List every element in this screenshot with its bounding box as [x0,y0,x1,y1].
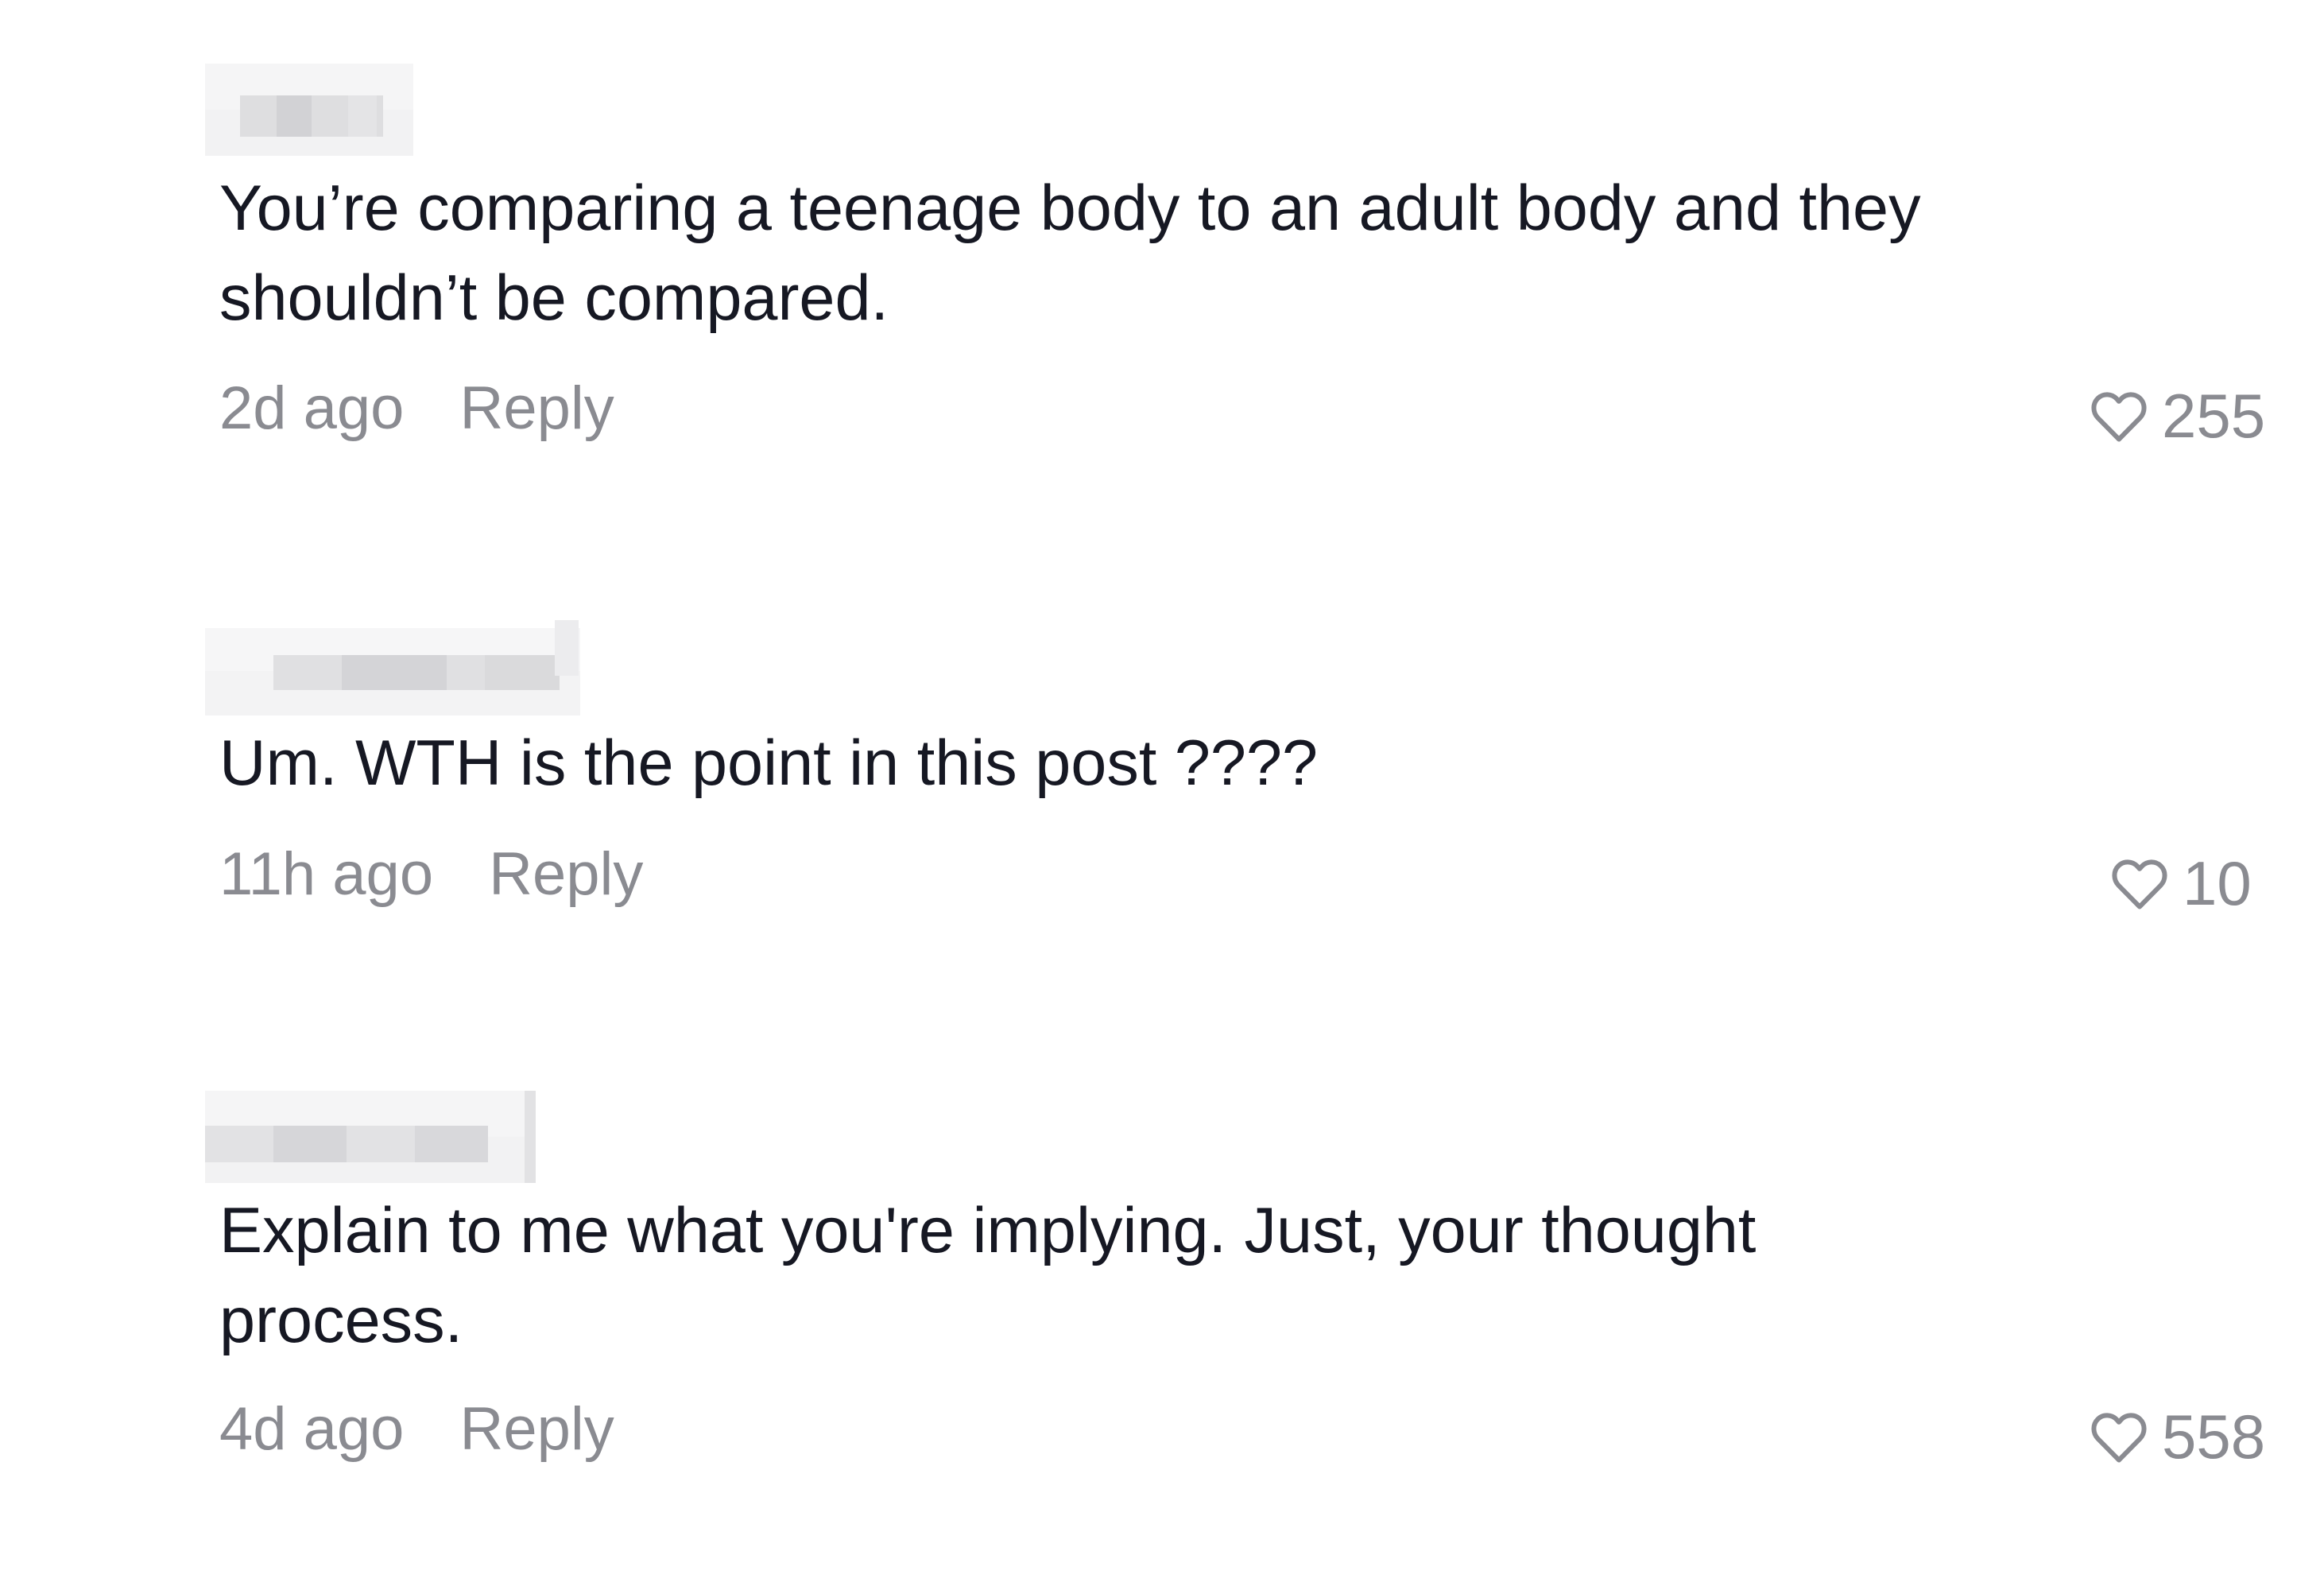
reply-button[interactable]: Reply [489,840,643,909]
heart-outline-icon [2112,859,2167,909]
like-count: 10 [2183,848,2252,918]
like-count: 558 [2162,1402,2266,1472]
heart-outline-icon [2091,1412,2147,1462]
like-button[interactable]: 10 [2111,847,2252,920]
reply-button[interactable]: Reply [459,1394,614,1464]
like-button[interactable]: 255 [2090,380,2265,452]
comment-timestamp: 11h ago [219,840,434,908]
like-button[interactable]: 558 [2090,1401,2265,1473]
comment-meta: 2d ago Reply [219,374,614,443]
comment-text: Explain to me what you're implying. Just… [219,1195,1757,1356]
reply-button[interactable]: Reply [459,374,614,443]
comment-meta: 11h ago Reply [219,840,643,909]
like-count: 255 [2162,381,2266,451]
comment-text: You’re comparing a teenage body to an ad… [219,173,1921,334]
comment-timestamp: 2d ago [219,374,405,442]
comment-meta: 4d ago Reply [219,1394,614,1464]
heart-outline-icon [2091,391,2147,441]
username-pixelated[interactable] [205,620,580,716]
comment-text: Um. WTH is the point in this post ???? [219,727,1319,799]
comment-timestamp: 4d ago [219,1395,405,1463]
username-pixelated[interactable] [205,64,413,156]
username-pixelated[interactable] [205,1091,539,1183]
